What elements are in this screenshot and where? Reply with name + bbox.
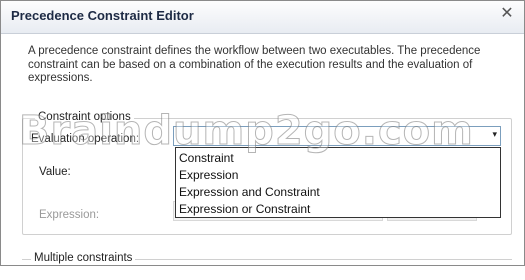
evaluation-operation-label: Evaluation operation:: [31, 133, 140, 145]
precedence-constraint-editor-dialog: Precedence Constraint Editor ✕ A precede…: [0, 0, 525, 266]
option-expression-or-constraint[interactable]: Expression or Constraint: [176, 201, 500, 218]
option-constraint[interactable]: Constraint: [176, 150, 500, 167]
window-title: Precedence Constraint Editor: [11, 8, 194, 23]
constraint-options-legend: Constraint options: [35, 111, 134, 123]
close-icon[interactable]: ✕: [498, 5, 516, 23]
option-expression-and-constraint[interactable]: Expression and Constraint: [176, 184, 500, 201]
option-expression[interactable]: Expression: [176, 167, 500, 184]
chevron-down-icon[interactable]: ▾: [492, 129, 497, 140]
multiple-constraints-legend: Multiple constraints: [31, 252, 136, 264]
description-text: A precedence constraint defines the work…: [28, 45, 481, 84]
value-label: Value:: [39, 166, 71, 178]
expression-label: Expression:: [39, 209, 100, 221]
evaluation-operation-combobox[interactable]: ▾: [173, 126, 501, 146]
evaluation-operation-dropdown-list: Constraint Expression Expression and Con…: [175, 147, 501, 218]
title-bar: Precedence Constraint Editor ✕: [1, 1, 524, 34]
